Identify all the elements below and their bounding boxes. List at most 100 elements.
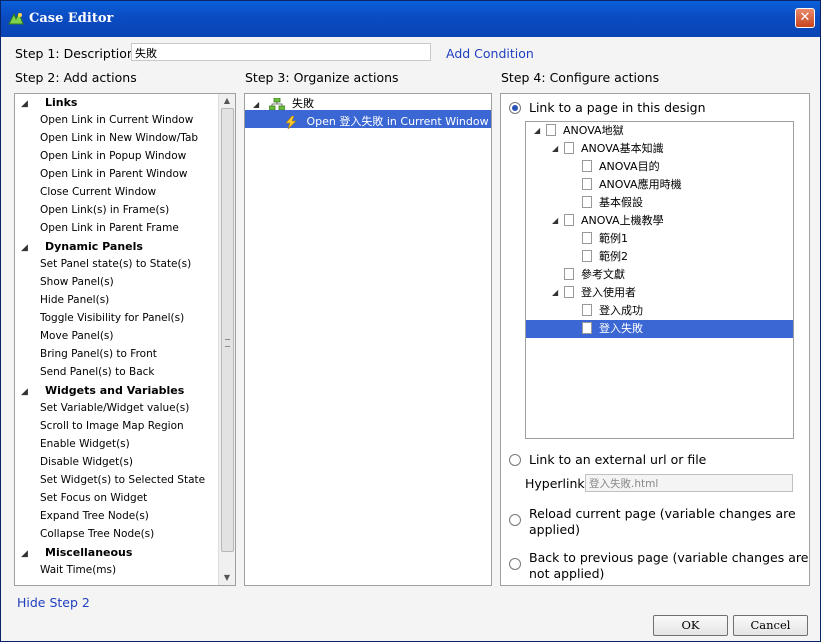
- collapse-icon[interactable]: ◢: [21, 243, 37, 253]
- back-page-label-line1[interactable]: Back to previous page (variable changes …: [529, 550, 808, 566]
- scroll-thumb[interactable]: [221, 108, 234, 552]
- case-icon: [268, 97, 285, 110]
- link-page-label[interactable]: Link to a page in this design: [529, 100, 706, 116]
- external-url-radio[interactable]: [509, 454, 521, 466]
- action-item[interactable]: Toggle Visibility for Panel(s): [40, 312, 184, 324]
- page-icon: [546, 124, 556, 136]
- action-item[interactable]: Show Panel(s): [40, 276, 114, 288]
- action-item[interactable]: Disable Widget(s): [40, 456, 133, 468]
- cancel-button[interactable]: Cancel: [733, 615, 808, 636]
- page-icon: [564, 214, 574, 226]
- collapse-icon[interactable]: ◢: [552, 213, 564, 229]
- tree-node[interactable]: 範例2: [570, 249, 628, 265]
- tree-node[interactable]: ◢ 登入使用者: [552, 285, 636, 301]
- step1-label: Step 1: Description: [15, 46, 135, 61]
- action-item[interactable]: Open Link in Parent Window: [40, 168, 187, 180]
- tree-node-label: 基本假設: [599, 196, 643, 209]
- collapse-icon[interactable]: ◢: [552, 285, 564, 301]
- tree-node[interactable]: 基本假設: [570, 195, 643, 211]
- collapse-icon[interactable]: ◢: [21, 99, 37, 109]
- tree-node[interactable]: ANOVA應用時機: [570, 177, 682, 193]
- action-row[interactable]: Open 登入失敗 in Current Window: [285, 113, 489, 129]
- external-url-label[interactable]: Link to an external url or file: [529, 452, 706, 468]
- add-condition-link[interactable]: Add Condition: [446, 46, 534, 61]
- tree-node-label: 登入使用者: [581, 286, 636, 299]
- tree-node-label: ANOVA上機教學: [581, 214, 664, 227]
- tree-node[interactable]: ◢ ANOVA上機教學: [552, 213, 664, 229]
- tree-node-label: 登入成功: [599, 304, 643, 317]
- reload-page-label-line1[interactable]: Reload current page (variable changes ar…: [529, 506, 796, 522]
- lightning-icon: [285, 115, 297, 129]
- action-group-label: Links: [45, 96, 78, 109]
- action-item[interactable]: Set Widget(s) to Selected State: [40, 474, 205, 486]
- action-item[interactable]: Open Link in Parent Frame: [40, 222, 179, 234]
- collapse-icon[interactable]: ◢: [534, 123, 546, 139]
- action-item[interactable]: Bring Panel(s) to Front: [40, 348, 157, 360]
- case-node[interactable]: ◢ 失敗: [253, 95, 314, 111]
- action-item[interactable]: Expand Tree Node(s): [40, 510, 149, 522]
- reload-page-label-line2[interactable]: applied): [529, 522, 580, 538]
- action-item[interactable]: Set Panel state(s) to State(s): [40, 258, 191, 270]
- tree-node[interactable]: 範例1: [570, 231, 628, 247]
- action-item[interactable]: Move Panel(s): [40, 330, 114, 342]
- action-item[interactable]: Set Variable/Widget value(s): [40, 402, 189, 414]
- action-item[interactable]: Collapse Tree Node(s): [40, 528, 154, 540]
- action-item[interactable]: Open Link in New Window/Tab: [40, 132, 198, 144]
- action-item[interactable]: Open Link in Popup Window: [40, 150, 186, 162]
- action-item[interactable]: Set Focus on Widget: [40, 492, 147, 504]
- tree-row-selected[interactable]: [526, 320, 793, 338]
- page-icon: [564, 142, 574, 154]
- scroll-up-icon[interactable]: ▲: [219, 94, 235, 108]
- tree-node[interactable]: ◢ ANOVA地獄: [534, 123, 624, 139]
- page-icon: [582, 178, 592, 190]
- ok-button[interactable]: OK: [653, 615, 728, 636]
- reload-page-radio[interactable]: [509, 514, 521, 526]
- action-item[interactable]: Wait Time(ms): [40, 564, 116, 576]
- tree-node-label: ANOVA基本知識: [581, 142, 664, 155]
- organize-actions-tree[interactable]: ◢ 失敗 Open 登入失敗 in Current Window: [244, 93, 492, 586]
- action-item[interactable]: Open Link in Current Window: [40, 114, 193, 126]
- case-editor-window: Case Editor ✕ Step 1: Description 失敗 Add…: [0, 0, 821, 642]
- close-button[interactable]: ✕: [795, 8, 815, 28]
- page-icon: [582, 196, 592, 208]
- page-icon: [564, 286, 574, 298]
- page-icon: [564, 268, 574, 280]
- tree-node[interactable]: ANOVA目的: [570, 159, 660, 175]
- action-item[interactable]: Scroll to Image Map Region: [40, 420, 184, 432]
- scroll-down-icon[interactable]: ▼: [219, 571, 235, 585]
- action-item[interactable]: Enable Widget(s): [40, 438, 130, 450]
- actions-scrollbar[interactable]: ▲ ▼: [218, 94, 235, 585]
- back-page-radio[interactable]: [509, 558, 521, 570]
- tree-node-label: ANOVA目的: [599, 160, 660, 173]
- actions-list[interactable]: ▲ ▼ ◢ Links Open Link in Current Window Ope…: [14, 93, 236, 586]
- action-item[interactable]: Open Link(s) in Frame(s): [40, 204, 169, 216]
- page-tree[interactable]: ◢ ANOVA地獄 ◢ ANOVA基本知識 ANOVA目的 ANOVA應用時機基本假設 ◢ A…: [525, 121, 794, 439]
- tree-node-label: ANOVA地獄: [563, 124, 624, 137]
- collapse-icon[interactable]: ◢: [21, 387, 37, 397]
- back-page-label-line2[interactable]: not applied): [529, 566, 604, 582]
- action-group[interactable]: ◢ Links: [21, 96, 77, 109]
- title-bar[interactable]: Case Editor ✕: [1, 1, 820, 37]
- tree-node[interactable]: 登入成功: [570, 303, 643, 319]
- tree-node-label: 登入失敗: [599, 322, 643, 335]
- action-group[interactable]: ◢ Dynamic Panels: [21, 240, 143, 253]
- action-group[interactable]: ◢ Miscellaneous: [21, 546, 132, 559]
- action-group[interactable]: ◢ Widgets and Variables: [21, 384, 184, 397]
- collapse-icon[interactable]: ◢: [552, 141, 564, 157]
- page-icon: [582, 250, 592, 262]
- step4-label: Step 4: Configure actions: [501, 70, 660, 85]
- window-title: Case Editor: [29, 11, 114, 26]
- hide-step2-link[interactable]: Hide Step 2: [17, 595, 90, 610]
- hyperlink-input[interactable]: 登入失敗.html: [585, 474, 793, 492]
- action-item[interactable]: Send Panel(s) to Back: [40, 366, 154, 378]
- tree-node[interactable]: 登入失敗: [570, 321, 643, 337]
- action-item[interactable]: Hide Panel(s): [40, 294, 109, 306]
- link-page-radio[interactable]: [509, 102, 521, 114]
- collapse-icon[interactable]: ◢: [21, 549, 37, 559]
- action-item[interactable]: Close Current Window: [40, 186, 156, 198]
- description-input[interactable]: 失敗: [131, 43, 431, 61]
- page-icon: [582, 160, 592, 172]
- tree-node[interactable]: ◢ ANOVA基本知識: [552, 141, 664, 157]
- tree-node-label: 範例1: [599, 232, 628, 245]
- tree-node[interactable]: 參考文獻: [552, 267, 625, 283]
